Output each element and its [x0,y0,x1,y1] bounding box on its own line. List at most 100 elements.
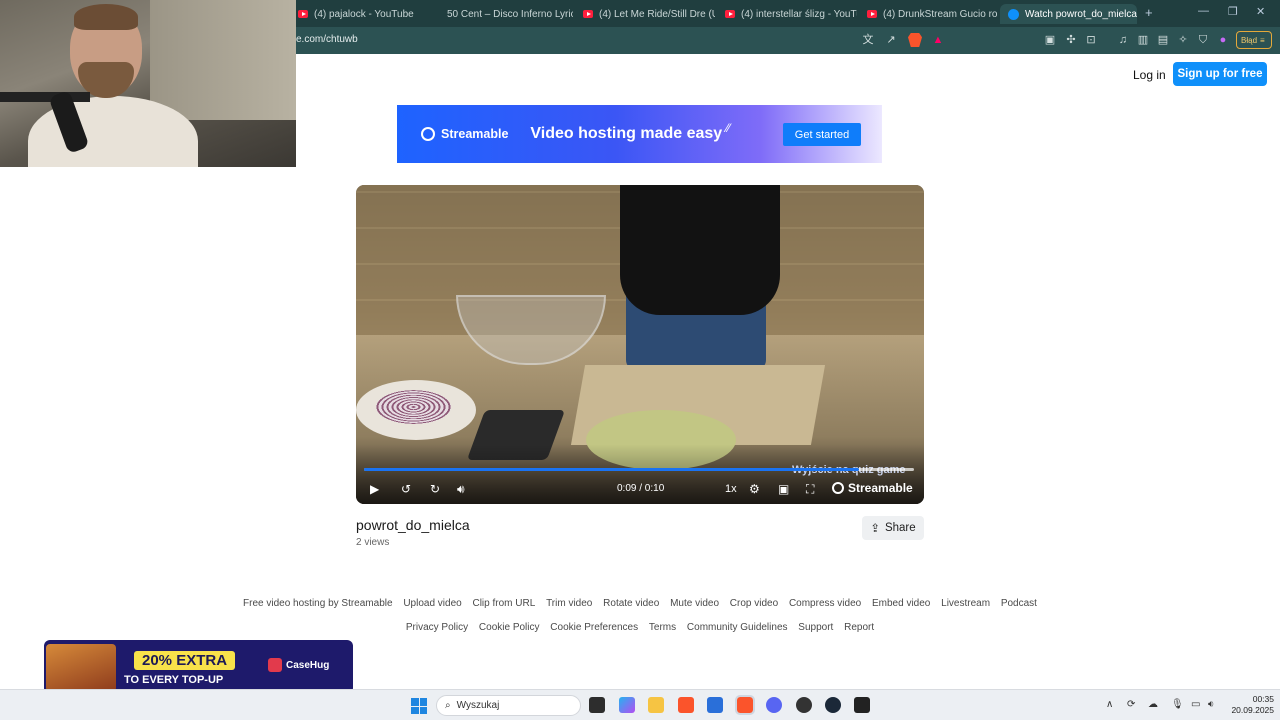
footer-link[interactable]: Community Guidelines [687,622,788,633]
tray-chevron-icon[interactable]: ∧ [1106,699,1113,710]
tab-disco-inferno-lyrics[interactable]: 50 Cent – Disco Inferno Lyrics | [433,4,573,24]
brave-browser-icon[interactable] [678,697,694,713]
taskbar-search[interactable]: ⌕ Wyszukaj [436,695,581,716]
share-button[interactable]: ⇪ Share [862,516,924,540]
footer-links-legal: Privacy Policy Cookie Policy Cookie Pref… [0,622,1280,633]
tab-streamable-active[interactable]: Watch powrot_do_mielca |✕ [1000,4,1137,24]
time-display: 0:09 / 0:10 [617,483,665,494]
copilot-icon[interactable] [619,697,635,713]
sliced-onion [376,390,451,424]
network-icon[interactable]: ▭ [1191,699,1200,710]
system-clock[interactable]: 00:35 20.09.2025 [1228,694,1274,716]
rewind-icon[interactable]: ↺ [401,481,411,497]
play-icon[interactable]: ▶ [370,481,379,497]
signup-button[interactable]: Sign up for free [1173,62,1267,86]
music-icon[interactable]: ♫ [1116,33,1130,47]
streamable-icon [1008,8,1019,20]
footer-link[interactable]: Podcast [1001,598,1037,609]
microphone-icon[interactable]: 🎙︎ [1171,699,1184,710]
task-view-icon[interactable] [589,697,605,713]
footer-link[interactable]: Report [844,622,874,633]
video-player[interactable]: Wyjście na quiz game ▶ ↺ ↻ 🔊︎ 0:09 / 0:1… [356,185,924,504]
progress-fill [364,468,859,471]
tab-pajalock[interactable]: (4) pajalock - YouTube [290,4,430,24]
pip-icon[interactable]: ▣ [778,481,789,497]
steam-icon[interactable] [825,697,841,713]
brave-rewards-icon[interactable]: ▲ [931,33,945,47]
onedrive-icon[interactable]: ☁ [1148,699,1158,710]
footer-link[interactable]: Free video hosting by Streamable [243,598,393,609]
youtube-icon [583,10,593,18]
footer-link[interactable]: Cookie Policy [479,622,540,633]
footer-links-primary: Free video hosting by Streamable Upload … [0,598,1280,609]
screenshot-icon[interactable]: ⊡ [1084,33,1098,47]
tab-interstellar[interactable]: (4) interstellar ślizg - YouTube [717,4,857,24]
brave-shields-icon[interactable] [908,33,922,47]
tab-drunkstream[interactable]: (4) DrunkStream Gucio rozmaw [859,4,997,24]
sparkle-icon: ⁄⁄ [726,121,731,135]
brave-active-icon[interactable] [735,695,755,715]
footer-link[interactable]: Terms [649,622,676,633]
view-count: 2 views [356,537,390,548]
fullscreen-icon[interactable]: ⛶ [806,481,814,497]
webcam-overlay [0,0,296,167]
treasure-chest-image [46,644,116,692]
banner-tagline: Video hosting made easy [530,125,723,142]
url-field[interactable]: e.com/chtuwb [296,34,358,45]
leo-ai-icon[interactable]: ✧ [1176,33,1190,47]
login-link[interactable]: Log in [1133,68,1166,82]
start-icon[interactable] [411,698,427,714]
streamable-logo: Streamable [421,127,508,141]
ad-headline: 20% EXTRA [134,651,236,670]
forward-icon[interactable]: ↻ [430,481,440,497]
playback-speed[interactable]: 1x [725,483,737,495]
speaker-icon[interactable]: 🔉︎ [1208,699,1214,710]
footer-link[interactable]: Cookie Preferences [550,622,638,633]
store-icon[interactable] [707,697,723,713]
footer-link[interactable]: Embed video [872,598,930,609]
footer-link[interactable]: Privacy Policy [406,622,468,633]
profile-icon[interactable]: ● [1216,33,1230,47]
progress-bar[interactable] [364,468,914,471]
puzzle-icon[interactable]: ✣ [1064,33,1078,47]
youtube-icon [725,10,735,18]
menu-icon: ≡ [1260,35,1265,45]
share-page-icon[interactable]: ↗ [884,33,898,47]
obs-icon[interactable] [796,697,812,713]
new-tab-button[interactable]: + [1145,5,1153,20]
promo-banner[interactable]: Streamable Video hosting made easy ⁄⁄ Ge… [397,105,882,163]
footer-link[interactable]: Livestream [941,598,990,609]
maximize-icon[interactable]: ❐ [1228,5,1238,18]
file-explorer-icon[interactable] [648,697,664,713]
settings-icon[interactable]: ⚙ [749,481,760,497]
minimize-icon[interactable]: — [1198,5,1209,17]
epic-games-icon[interactable] [854,697,870,713]
footer-link[interactable]: Crop video [730,598,778,609]
tray-sync-icon[interactable]: ⟳ [1127,699,1135,710]
browser-error-button[interactable]: Błąd ≡ [1236,31,1272,49]
discord-icon[interactable] [766,697,782,713]
footer-link[interactable]: Mute video [670,598,719,609]
footer-link[interactable]: Clip from URL [472,598,535,609]
youtube-icon [298,10,308,18]
sidebar-icon[interactable]: ▥ [1136,33,1150,47]
windows-taskbar: ⌕ Wyszukaj ∧ ⟳ ☁ 🎙︎ ▭ 🔉︎ 00:35 20.09.2025 [0,689,1280,720]
casehug-ad[interactable]: 20% EXTRA TO EVERY TOP-UP CaseHug [44,640,353,694]
extension-icon[interactable]: ▣ [1043,33,1057,47]
wallet-icon[interactable]: ▤ [1156,33,1170,47]
get-started-button[interactable]: Get started [783,123,861,146]
streamable-icon [421,127,435,141]
streamable-watermark[interactable]: Streamable [832,481,913,495]
footer-link[interactable]: Support [798,622,833,633]
tab-let-me-ride[interactable]: (4) Let Me Ride/Still Dre (Up In [575,4,715,24]
volume-icon[interactable]: 🔊︎ [457,481,465,497]
footer-link[interactable]: Upload video [403,598,461,609]
translate-icon[interactable]: 文 [861,33,875,47]
close-window-icon[interactable]: ✕ [1256,5,1265,18]
ad-brand: CaseHug [268,658,329,672]
footer-link[interactable]: Compress video [789,598,861,609]
footer-link[interactable]: Rotate video [603,598,659,609]
video-title: powrot_do_mielca [356,517,470,533]
vpn-icon[interactable]: ⛉ [1196,33,1210,47]
footer-link[interactable]: Trim video [546,598,592,609]
